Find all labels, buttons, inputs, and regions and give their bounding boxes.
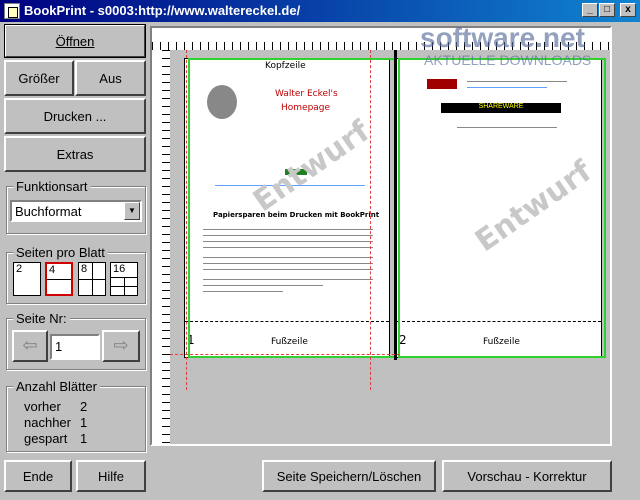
- page-number-field[interactable]: 1: [50, 334, 100, 360]
- previous-page-button[interactable]: ⇦: [12, 330, 48, 362]
- function-type-select[interactable]: Buchformat ▼: [10, 200, 142, 222]
- option-2-label: 2: [16, 263, 23, 275]
- app-window: BookPrint - s0003:http://www.waltereckel…: [0, 0, 640, 500]
- window-title: BookPrint - s0003:http://www.waltereckel…: [24, 3, 301, 18]
- option-8-label: 8: [81, 263, 88, 275]
- title-bar: BookPrint - s0003:http://www.waltereckel…: [0, 0, 640, 22]
- app-icon: [4, 3, 20, 19]
- open-button[interactable]: Öffnen: [4, 24, 146, 58]
- left-ruler: [152, 50, 170, 444]
- pages-per-sheet-option-16[interactable]: 16: [110, 262, 138, 296]
- save-delete-page-label: Seite Speichern/Löschen: [276, 468, 422, 484]
- preview-correct-button[interactable]: Vorschau - Korrektur: [442, 460, 612, 492]
- arrow-right-icon: ⇨: [113, 335, 129, 355]
- preview-scroll-area: [612, 26, 640, 446]
- software-net-logo: software.net: [420, 22, 585, 54]
- maximize-button[interactable]: □: [599, 3, 615, 17]
- print-button-label: Drucken ...: [43, 108, 107, 124]
- extras-button[interactable]: Extras: [4, 136, 146, 172]
- sheet-count-label: Anzahl Blätter: [13, 379, 100, 394]
- pages-per-sheet-option-8[interactable]: 8: [78, 262, 106, 296]
- next-page-button[interactable]: ⇨: [102, 330, 140, 362]
- print-preview[interactable]: Kopfzeile Walter Eckel's Homepage Papier…: [150, 26, 612, 446]
- end-button-label: Ende: [22, 468, 54, 484]
- software-net-tagline: AKTUELLE DOWNLOADS: [424, 52, 592, 68]
- page-number-value: 1: [55, 339, 63, 354]
- sheet-count-before-label: vorher: [24, 399, 61, 414]
- bigger-button-label: Größer: [18, 70, 60, 86]
- pages-per-sheet-option-4[interactable]: 4: [45, 262, 73, 296]
- software-net-logo-text: software.net: [420, 22, 585, 53]
- sheet-count-saved-value: 1: [80, 431, 88, 446]
- function-type-value: Buchformat: [15, 204, 82, 219]
- chevron-down-icon[interactable]: ▼: [124, 202, 140, 220]
- green-frame-left: [188, 58, 396, 358]
- minimize-button[interactable]: _: [582, 3, 598, 17]
- option-16-label: 16: [113, 263, 126, 275]
- end-button[interactable]: Ende: [4, 460, 72, 492]
- sheet-count-before-value: 2: [80, 399, 88, 414]
- guide-line: [370, 50, 371, 390]
- save-delete-page-button[interactable]: Seite Speichern/Löschen: [262, 460, 436, 492]
- help-button-label: Hilfe: [97, 468, 124, 484]
- sheet-divider: [394, 50, 397, 360]
- green-frame-right: [398, 58, 606, 358]
- arrow-left-icon: ⇦: [22, 335, 38, 355]
- off-button-label: Aus: [99, 70, 122, 86]
- option-4-label: 4: [49, 264, 56, 276]
- open-button-label: Öffnen: [55, 33, 95, 49]
- bigger-button[interactable]: Größer: [4, 60, 74, 96]
- sheet-count-after-value: 1: [80, 415, 88, 430]
- close-button[interactable]: x: [620, 3, 636, 17]
- help-button[interactable]: Hilfe: [76, 460, 146, 492]
- pages-per-sheet-option-2[interactable]: 2: [13, 262, 41, 296]
- preview-correct-label: Vorschau - Korrektur: [467, 468, 587, 484]
- guide-line: [186, 50, 187, 390]
- off-button[interactable]: Aus: [75, 60, 146, 96]
- pages-per-sheet-label: Seiten pro Blatt: [13, 245, 108, 260]
- sheet-count-after-label: nachher: [24, 415, 71, 430]
- page-number-label: Seite Nr:: [13, 311, 70, 326]
- print-button[interactable]: Drucken ...: [4, 98, 146, 134]
- extras-button-label: Extras: [56, 146, 94, 162]
- guide-line: [170, 354, 400, 355]
- function-type-label: Funktionsart: [13, 179, 91, 194]
- sheet-count-saved-label: gespart: [24, 431, 68, 446]
